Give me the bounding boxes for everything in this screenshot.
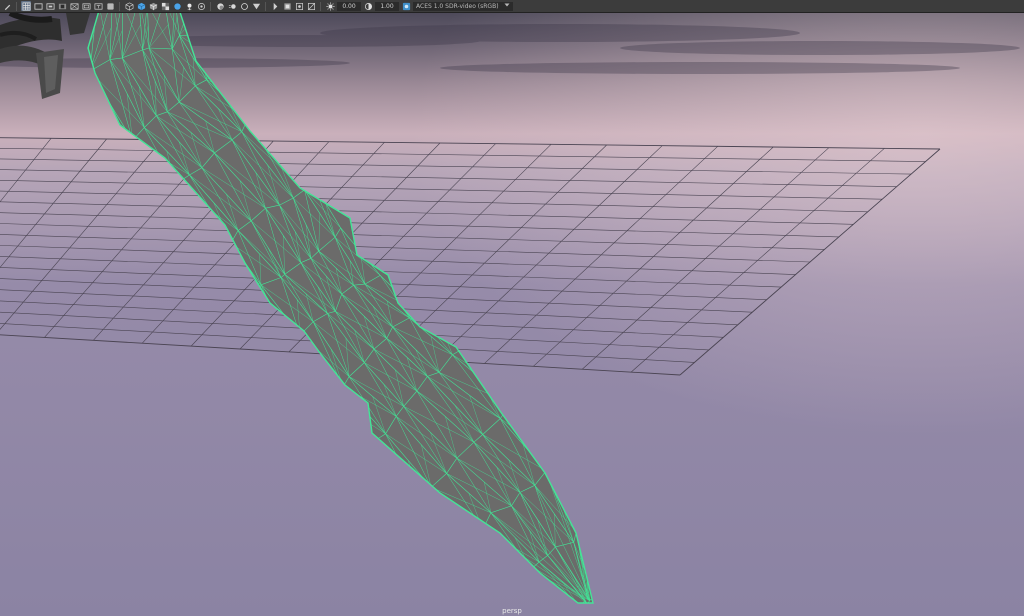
grid-icon[interactable]: [21, 1, 31, 11]
toolbar-separator: [16, 1, 17, 11]
maya-viewport-window: 0.00 1.00 ACES 1.0 SDR-video (sRGB) pers…: [0, 0, 1024, 616]
panel-toolbar: 0.00 1.00 ACES 1.0 SDR-video (sRGB): [0, 0, 1024, 13]
wireframe-icon[interactable]: [124, 1, 134, 11]
chevron-down-icon: [504, 2, 510, 11]
backface-culling-icon[interactable]: [306, 1, 316, 11]
xray-joints-icon[interactable]: [294, 1, 304, 11]
gate-mask-icon[interactable]: [57, 1, 67, 11]
view-transform-icon[interactable]: [401, 1, 411, 11]
perspective-viewport[interactable]: persp: [0, 13, 1024, 616]
select-camera-icon[interactable]: [2, 1, 12, 11]
isolate-select-icon[interactable]: [270, 1, 280, 11]
film-gate-icon[interactable]: [33, 1, 43, 11]
xray-icon[interactable]: [282, 1, 292, 11]
toolbar-separator: [265, 1, 266, 11]
shadows-icon[interactable]: [184, 1, 194, 11]
toolbar-separator: [320, 1, 321, 11]
textured-icon[interactable]: [160, 1, 170, 11]
field-chart-icon[interactable]: [69, 1, 79, 11]
exposure-field[interactable]: 0.00: [337, 1, 361, 11]
toolbar-separator: [210, 1, 211, 11]
multisample-aa-icon[interactable]: [239, 1, 249, 11]
screen-space-ao-icon[interactable]: [215, 1, 225, 11]
safe-title-icon[interactable]: [93, 1, 103, 11]
exposure-icon[interactable]: [325, 1, 335, 11]
cloud: [620, 41, 1020, 55]
toolbar-separator: [119, 1, 120, 11]
depth-of-field-icon[interactable]: [251, 1, 261, 11]
color-space-label: ACES 1.0 SDR-video (sRGB): [416, 2, 499, 10]
gamma-icon[interactable]: [363, 1, 373, 11]
gamma-field[interactable]: 1.00: [375, 1, 399, 11]
wireframe-on-shaded-icon[interactable]: [148, 1, 158, 11]
smooth-shade-icon[interactable]: [136, 1, 146, 11]
cloud: [440, 62, 960, 74]
motion-blur-icon[interactable]: [227, 1, 237, 11]
pan-zoom-icon[interactable]: [105, 1, 115, 11]
safe-action-icon[interactable]: [81, 1, 91, 11]
use-all-lights-icon[interactable]: [172, 1, 182, 11]
use-default-material-icon[interactable]: [196, 1, 206, 11]
color-space-dropdown[interactable]: ACES 1.0 SDR-video (sRGB): [413, 1, 513, 11]
resolution-gate-icon[interactable]: [45, 1, 55, 11]
